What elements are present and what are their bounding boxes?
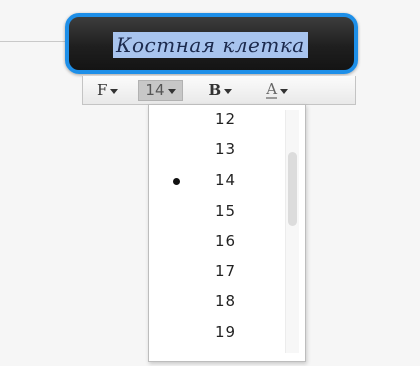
font-size-option[interactable]: 17	[149, 257, 279, 287]
bold-button[interactable]: B	[203, 80, 239, 101]
font-size-button[interactable]: 14	[138, 79, 183, 101]
node-text[interactable]: Костная клетка	[113, 32, 308, 58]
scrollbar-thumb[interactable]	[288, 152, 297, 226]
font-size-option[interactable]: 13	[149, 135, 279, 165]
scrollbar-track[interactable]	[285, 110, 299, 353]
mindmap-canvas[interactable]: Костная клетка F 14 B A 12 13 14 15 16 1…	[0, 0, 420, 366]
text-color-label: A	[266, 79, 278, 99]
chevron-down-icon	[167, 88, 176, 94]
bold-label: B	[208, 81, 222, 99]
text-color-button[interactable]: A	[260, 80, 294, 101]
font-size-option[interactable]: 15	[149, 197, 279, 227]
chevron-down-icon	[280, 88, 289, 94]
font-family-label: F	[97, 81, 108, 99]
font-size-dropdown: 12 13 14 15 16 17 18 19	[148, 104, 306, 362]
font-size-option[interactable]: 16	[149, 227, 279, 257]
font-size-option-selected[interactable]: 14	[149, 166, 279, 196]
font-family-button[interactable]: F	[91, 80, 124, 101]
font-size-option[interactable]: 12	[149, 105, 279, 135]
format-toolbar: F 14 B A	[82, 76, 356, 105]
chevron-down-icon	[224, 88, 233, 94]
font-size-label: 14	[145, 81, 165, 99]
mindmap-node[interactable]: Костная клетка	[65, 13, 358, 74]
selected-bullet-icon	[173, 178, 180, 185]
font-size-option[interactable]: 19	[149, 318, 279, 348]
connector-line	[0, 41, 70, 42]
chevron-down-icon	[110, 88, 119, 94]
font-size-option[interactable]: 18	[149, 287, 279, 317]
